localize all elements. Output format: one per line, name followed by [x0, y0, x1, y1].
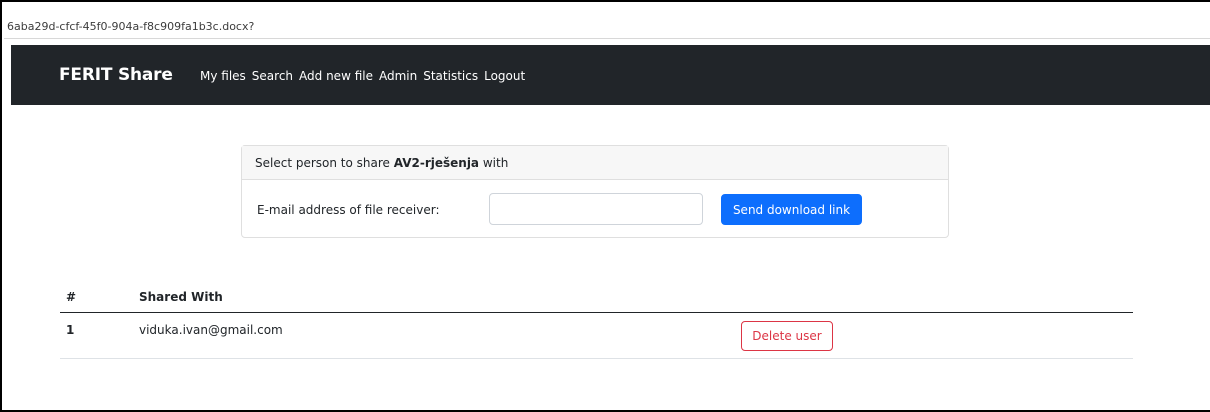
send-download-link-button[interactable]: Send download link — [721, 194, 862, 225]
nav-links: My files Search Add new file Admin Stati… — [200, 68, 525, 84]
nav-link-search[interactable]: Search — [252, 68, 293, 84]
share-header-prefix: Select person to share — [255, 156, 394, 170]
address-bar[interactable]: 6aba29d-cfcf-45f0-904a-f8c909fa1b3c.docx… — [4, 16, 1210, 39]
shared-file-name: AV2-rješenja — [393, 156, 480, 170]
row-email: viduka.ivan@gmail.com — [139, 323, 283, 337]
delete-user-button[interactable]: Delete user — [741, 321, 833, 351]
share-card-header: Select person to share AV2-rješenja with — [242, 146, 948, 180]
nav-link-logout[interactable]: Logout — [484, 68, 525, 84]
shared-with-table: # Shared With 1 viduka.ivan@gmail.com De… — [60, 280, 1133, 359]
nav-link-statistics[interactable]: Statistics — [423, 68, 478, 84]
table-header: # Shared With — [60, 280, 1133, 313]
column-header-number: # — [66, 290, 77, 304]
table-row: 1 viduka.ivan@gmail.com Delete user — [60, 313, 1133, 359]
top-navbar: FERIT Share My files Search Add new file… — [11, 45, 1210, 105]
app-frame: 6aba29d-cfcf-45f0-904a-f8c909fa1b3c.docx… — [0, 0, 1210, 412]
email-field-label: E-mail address of file receiver: — [257, 203, 440, 217]
address-bar-text: 6aba29d-cfcf-45f0-904a-f8c909fa1b3c.docx… — [7, 20, 255, 33]
email-field[interactable] — [489, 193, 703, 225]
brand-logo[interactable]: FERIT Share — [59, 65, 173, 85]
nav-link-admin[interactable]: Admin — [379, 68, 417, 84]
nav-link-my-files[interactable]: My files — [200, 68, 246, 84]
nav-link-add-new-file[interactable]: Add new file — [299, 68, 373, 84]
row-number: 1 — [66, 323, 75, 337]
share-header-suffix: with — [479, 156, 509, 170]
share-card: Select person to share AV2-rješenja with… — [241, 145, 949, 238]
column-header-shared-with: Shared With — [139, 290, 223, 304]
